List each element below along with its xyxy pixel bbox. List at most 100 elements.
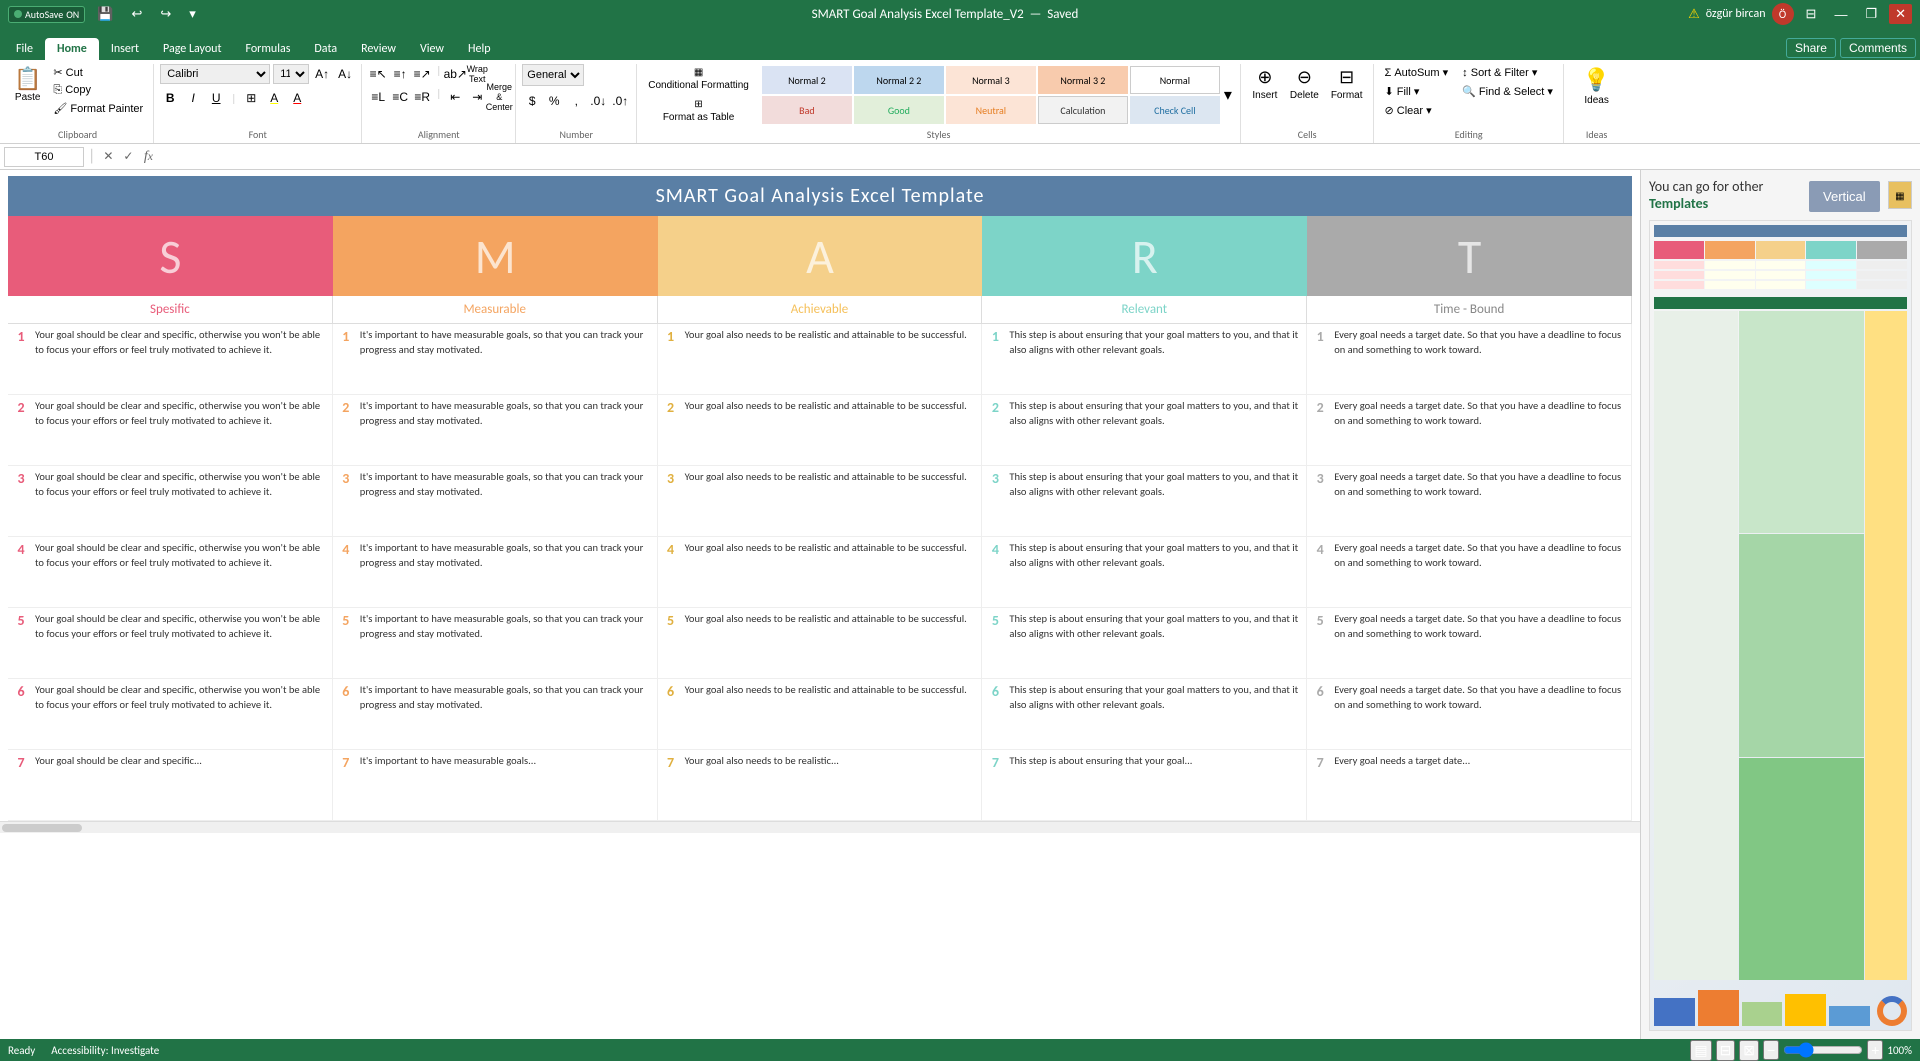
cell-r-5[interactable]: 5This step is about ensuring that your g… xyxy=(982,608,1307,678)
minimize-btn[interactable]: — xyxy=(1828,5,1853,24)
cell-r-1[interactable]: 1This step is about ensuring that your g… xyxy=(982,324,1307,394)
redo-btn[interactable]: ↪ xyxy=(154,4,177,24)
cell-r-4[interactable]: 4This step is about ensuring that your g… xyxy=(982,537,1307,607)
tab-view[interactable]: View xyxy=(408,38,456,60)
cell-r-3[interactable]: 3This step is about ensuring that your g… xyxy=(982,466,1307,536)
tab-file[interactable]: File xyxy=(4,38,45,60)
bold-button[interactable]: B xyxy=(160,88,180,108)
cell-t-1[interactable]: 1Every goal needs a target date. So that… xyxy=(1307,324,1632,394)
style-good[interactable]: Good xyxy=(854,96,944,124)
scroll-thumb[interactable] xyxy=(2,824,82,832)
autosave-badge[interactable]: AutoSave ON xyxy=(8,6,85,23)
formula-input[interactable] xyxy=(161,147,1916,167)
cell-s-7[interactable]: 7Your goal should be clear and specific.… xyxy=(8,750,333,820)
cell-m-3[interactable]: 3It's important to have measurable goals… xyxy=(333,466,658,536)
tab-help[interactable]: Help xyxy=(456,38,503,60)
orientation-btn[interactable]: ab↗ xyxy=(445,64,465,84)
cut-button[interactable]: ✂ Cut xyxy=(49,64,147,81)
decrease-decimal-btn[interactable]: .0↓ xyxy=(588,91,608,111)
cell-t-3[interactable]: 3Every goal needs a target date. So that… xyxy=(1307,466,1632,536)
style-normal[interactable]: Normal xyxy=(1130,66,1220,94)
tab-data[interactable]: Data xyxy=(302,38,349,60)
normal-view-btn[interactable]: ▤ xyxy=(1690,1040,1711,1061)
autosum-btn[interactable]: Σ AutoSum ▾ xyxy=(1380,64,1452,81)
format-table-btn[interactable]: ⊞ Format as Table xyxy=(643,96,754,126)
style-normal2[interactable]: Normal 2 xyxy=(762,66,852,94)
format-cells-btn[interactable]: ⊟ Format xyxy=(1326,64,1368,104)
undo-btn[interactable]: ↩ xyxy=(125,4,148,24)
horizontal-scrollbar[interactable] xyxy=(0,821,1640,833)
cell-s-3[interactable]: 3Your goal should be clear and specific,… xyxy=(8,466,333,536)
cell-r-7[interactable]: 7This step is about ensuring that your g… xyxy=(982,750,1307,820)
border-button[interactable]: ⊞ xyxy=(241,88,261,108)
format-painter-button[interactable]: 🖌 Format Painter xyxy=(49,100,147,117)
maximize-btn[interactable]: ❐ xyxy=(1859,4,1883,24)
cell-m-2[interactable]: 2It's important to have measurable goals… xyxy=(333,395,658,465)
cell-m-6[interactable]: 6It's important to have measurable goals… xyxy=(333,679,658,749)
ideas-btn[interactable]: 💡 Ideas xyxy=(1578,64,1615,109)
style-check-cell[interactable]: Check Cell xyxy=(1130,96,1220,124)
find-select-btn[interactable]: 🔍 Find & Select ▾ xyxy=(1458,83,1557,100)
name-box[interactable] xyxy=(4,147,84,167)
cell-a-2[interactable]: 2Your goal also needs to be realistic an… xyxy=(658,395,983,465)
italic-button[interactable]: I xyxy=(183,88,203,108)
cell-t-6[interactable]: 6Every goal needs a target date. So that… xyxy=(1307,679,1632,749)
copy-button[interactable]: ⎘ Copy xyxy=(49,82,147,99)
decrease-font-btn[interactable]: A↓ xyxy=(335,64,355,84)
close-btn[interactable]: ✕ xyxy=(1889,4,1912,24)
share-btn[interactable]: Share xyxy=(1786,38,1836,58)
styles-scroll-btn[interactable]: ▾ xyxy=(1222,83,1234,107)
conditional-formatting-btn[interactable]: ▦ Conditional Formatting xyxy=(643,64,754,94)
cell-t-4[interactable]: 4Every goal needs a target date. So that… xyxy=(1307,537,1632,607)
align-top-right-btn[interactable]: ≡↗ xyxy=(412,64,432,84)
clear-btn[interactable]: ⊘ Clear ▾ xyxy=(1380,102,1452,119)
zoom-out-btn[interactable]: − xyxy=(1763,1040,1779,1060)
cancel-formula-btn[interactable]: ✕ xyxy=(99,148,117,166)
number-format-select[interactable]: General xyxy=(522,64,584,86)
increase-decimal-btn[interactable]: .0↑ xyxy=(610,91,630,111)
cell-m-7[interactable]: 7It's important to have measurable goals… xyxy=(333,750,658,820)
underline-button[interactable]: U xyxy=(206,88,226,108)
align-center-btn[interactable]: ≡C xyxy=(390,87,410,107)
cell-a-3[interactable]: 3Your goal also needs to be realistic an… xyxy=(658,466,983,536)
decrease-indent-btn[interactable]: ⇤ xyxy=(445,87,465,107)
sort-filter-btn[interactable]: ↕ Sort & Filter ▾ xyxy=(1458,64,1557,81)
tab-home[interactable]: Home xyxy=(45,38,99,60)
cell-s-6[interactable]: 6Your goal should be clear and specific,… xyxy=(8,679,333,749)
style-normal22[interactable]: Normal 2 2 xyxy=(854,66,944,94)
align-right-btn[interactable]: ≡R xyxy=(412,87,432,107)
cell-t-7[interactable]: 7Every goal needs a target date... xyxy=(1307,750,1632,820)
vertical-btn[interactable]: Vertical xyxy=(1809,181,1880,212)
wrap-text-btn[interactable]: Wrap Text xyxy=(467,64,487,84)
comments-btn[interactable]: Comments xyxy=(1840,38,1916,58)
cell-a-5[interactable]: 5Your goal also needs to be realistic an… xyxy=(658,608,983,678)
insert-function-btn[interactable]: fx xyxy=(139,148,157,166)
align-left-btn[interactable]: ≡L xyxy=(368,87,388,107)
cell-s-5[interactable]: 5Your goal should be clear and specific,… xyxy=(8,608,333,678)
style-normal32[interactable]: Normal 3 2 xyxy=(1038,66,1128,94)
font-color-button[interactable]: A xyxy=(287,88,307,108)
cell-a-4[interactable]: 4Your goal also needs to be realistic an… xyxy=(658,537,983,607)
cell-a-6[interactable]: 6Your goal also needs to be realistic an… xyxy=(658,679,983,749)
style-calculation[interactable]: Calculation xyxy=(1038,96,1128,124)
tab-page-layout[interactable]: Page Layout xyxy=(151,38,233,60)
cell-t-5[interactable]: 5Every goal needs a target date. So that… xyxy=(1307,608,1632,678)
style-bad[interactable]: Bad xyxy=(762,96,852,124)
fill-btn[interactable]: ⬇ Fill ▾ xyxy=(1380,83,1452,100)
tab-formulas[interactable]: Formulas xyxy=(233,38,302,60)
fill-color-button[interactable]: A xyxy=(264,88,284,108)
cell-a-7[interactable]: 7Your goal also needs to be realistic... xyxy=(658,750,983,820)
align-top-left-btn[interactable]: ≡↖ xyxy=(368,64,388,84)
cell-s-4[interactable]: 4Your goal should be clear and specific,… xyxy=(8,537,333,607)
tab-insert[interactable]: Insert xyxy=(99,38,151,60)
cell-t-2[interactable]: 2Every goal needs a target date. So that… xyxy=(1307,395,1632,465)
font-family-select[interactable]: Calibri xyxy=(160,64,270,84)
style-normal3[interactable]: Normal 3 xyxy=(946,66,1036,94)
align-top-center-btn[interactable]: ≡↑ xyxy=(390,64,410,84)
increase-font-btn[interactable]: A↑ xyxy=(312,64,332,84)
delete-cells-btn[interactable]: ⊖ Delete xyxy=(1285,64,1324,104)
insert-cells-btn[interactable]: ⊕ Insert xyxy=(1247,64,1283,104)
cell-r-2[interactable]: 2This step is about ensuring that your g… xyxy=(982,395,1307,465)
zoom-in-btn[interactable]: + xyxy=(1867,1040,1883,1060)
cell-s-2[interactable]: 2Your goal should be clear and specific,… xyxy=(8,395,333,465)
